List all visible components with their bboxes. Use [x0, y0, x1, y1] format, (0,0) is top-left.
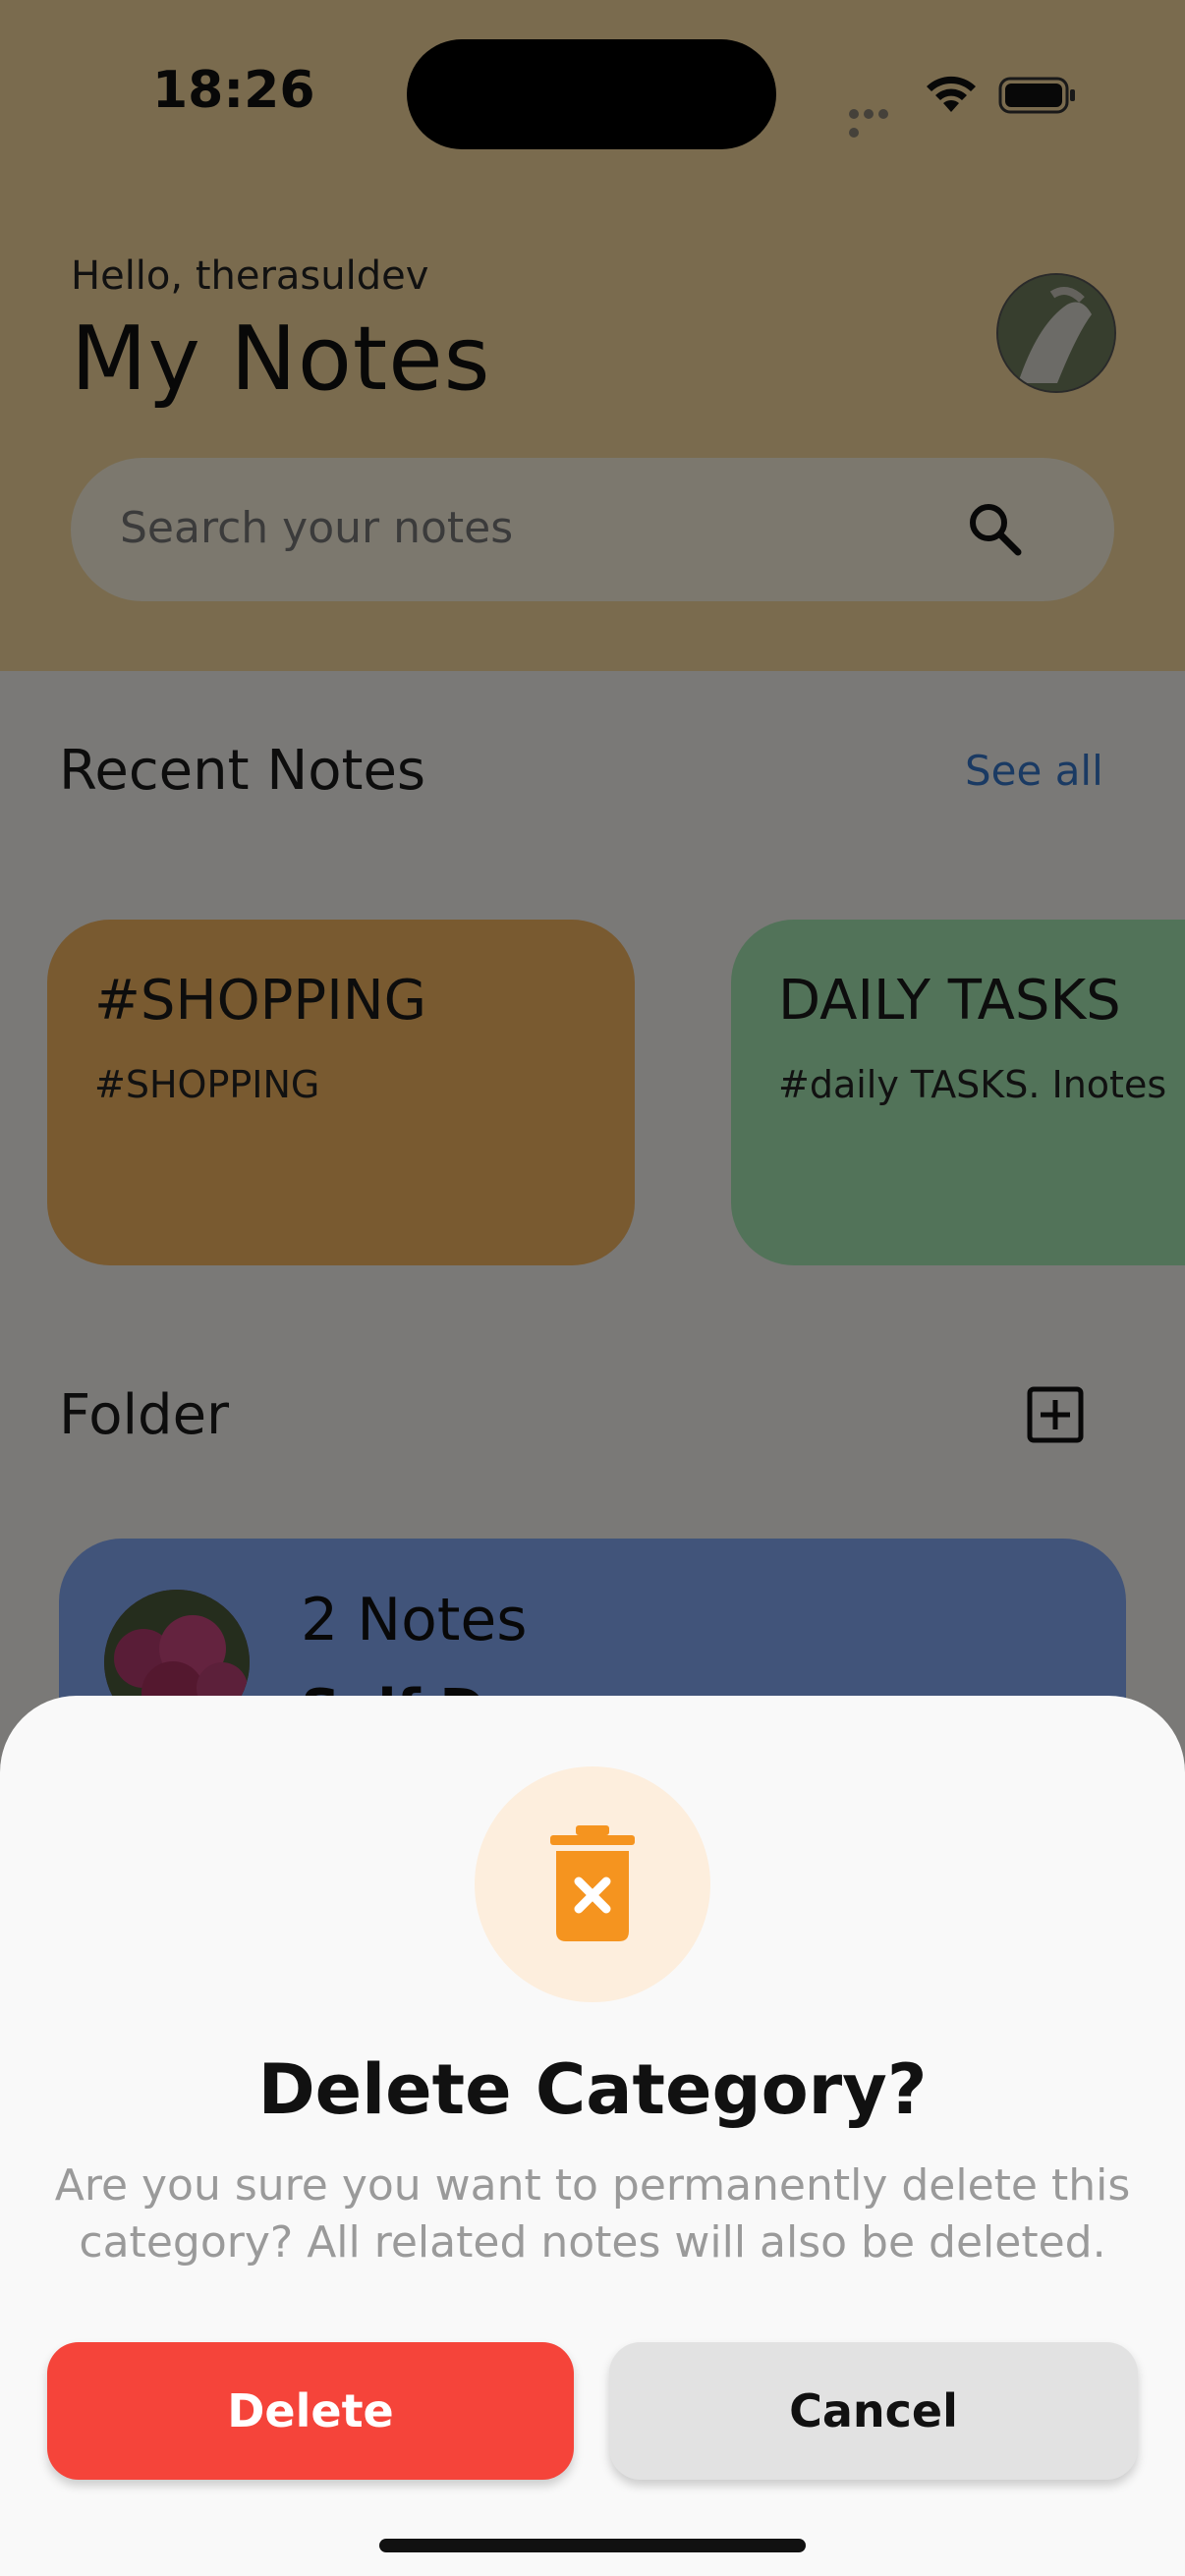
delete-button[interactable]: Delete: [47, 2342, 574, 2480]
dialog-message: Are you sure you want to permanently del…: [54, 2160, 1131, 2268]
home-indicator[interactable]: [379, 2539, 806, 2552]
dialog-title: Delete Category?: [257, 2049, 928, 2130]
trash-x-icon: [550, 1825, 635, 1941]
cancel-button[interactable]: Cancel: [609, 2342, 1138, 2480]
